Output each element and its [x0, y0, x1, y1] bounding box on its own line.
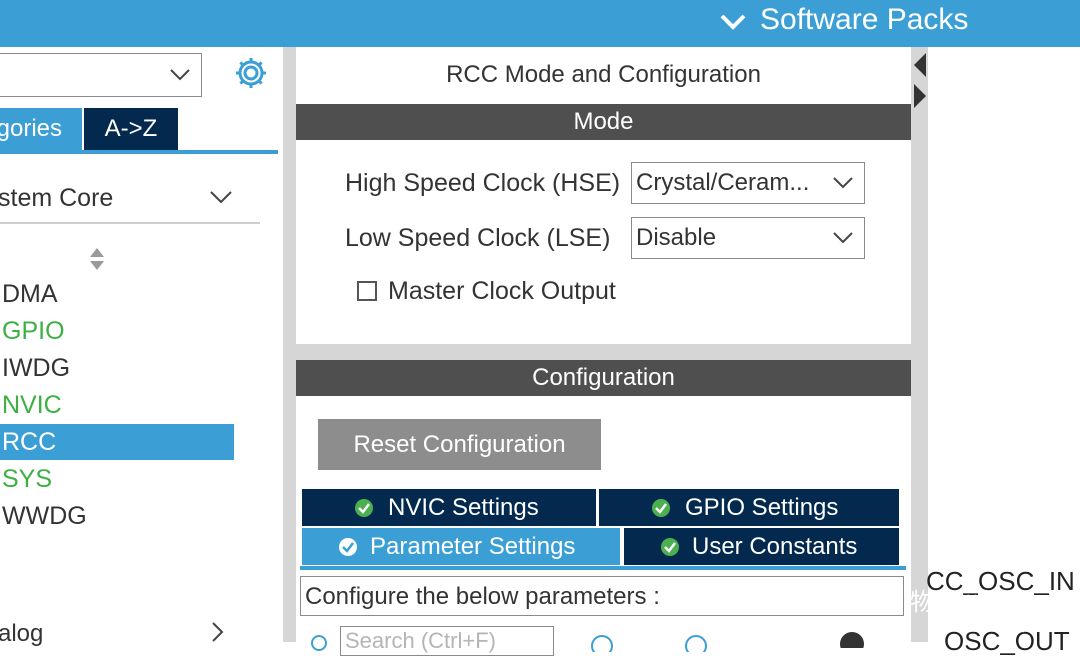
- lse-value: Disable: [636, 224, 717, 251]
- chevron-down-icon: [833, 177, 853, 189]
- reset-configuration-button[interactable]: Reset Configuration: [318, 419, 601, 470]
- chevron-down-icon: [210, 191, 232, 204]
- watermark: 物联网知识 ST中文论坛: [860, 574, 1080, 640]
- watermark-subtext: ST中文论坛: [1002, 620, 1066, 634]
- group-label: stem Core: [0, 184, 114, 212]
- chevron-right-icon: [212, 622, 224, 642]
- lse-label: Low Speed Clock (LSE): [345, 224, 611, 252]
- tab-underline: [300, 566, 906, 570]
- sidebar-item-dma[interactable]: DMA: [0, 276, 234, 312]
- tab-user-constants[interactable]: User Constants: [624, 528, 899, 565]
- hse-label: High Speed Clock (HSE): [345, 169, 621, 197]
- check-circle-icon: [355, 499, 373, 517]
- tab-gpio-settings[interactable]: GPIO Settings: [599, 489, 899, 526]
- expand-right-icon[interactable]: [914, 84, 926, 108]
- wechat-icon: [869, 583, 903, 609]
- tab-label: NVIC Settings: [388, 494, 539, 521]
- group-system-core[interactable]: stem Core: [0, 178, 260, 224]
- tab-parameter-settings[interactable]: Parameter Settings: [302, 528, 620, 565]
- chevron-down-icon: [170, 69, 190, 81]
- sidebar-item-wwdg[interactable]: WWDG: [0, 498, 234, 534]
- tab-label: User Constants: [692, 533, 858, 560]
- check-circle-icon: [339, 538, 357, 556]
- mco-label: Master Clock Output: [388, 277, 616, 305]
- tab-categories[interactable]: gories: [0, 108, 82, 150]
- collapse-icon[interactable]: [684, 634, 708, 652]
- chevron-down-icon[interactable]: [718, 8, 748, 36]
- watermark-text: 物联网知识: [910, 589, 1030, 616]
- hse-select[interactable]: Crystal/Ceram...: [631, 162, 865, 204]
- mco-checkbox[interactable]: [357, 281, 377, 301]
- configuration-header: Configuration: [296, 360, 911, 396]
- lse-select[interactable]: Disable: [631, 217, 865, 259]
- check-circle-icon: [661, 538, 679, 556]
- search-dropdown[interactable]: [0, 53, 202, 97]
- section-gap: [296, 344, 911, 360]
- mode-header: Mode: [296, 104, 911, 140]
- tab-nvic-settings[interactable]: NVIC Settings: [302, 489, 596, 526]
- sort-icon[interactable]: [86, 246, 108, 272]
- expand-icon[interactable]: [590, 634, 614, 652]
- group-label: alog: [0, 620, 44, 647]
- group-analog[interactable]: alog: [0, 618, 270, 648]
- parameter-search-row: Search (Ctrl+F): [300, 624, 904, 656]
- sidebar-item-iwdg[interactable]: IWDG: [0, 350, 234, 386]
- collapse-left-icon[interactable]: [914, 53, 926, 77]
- panel-divider[interactable]: [911, 47, 928, 642]
- tab-underline: [0, 150, 278, 154]
- hse-value: Crystal/Ceram...: [636, 169, 810, 196]
- tab-a-z[interactable]: A->Z: [84, 108, 178, 150]
- sidebar-item-sys[interactable]: SYS: [0, 461, 234, 497]
- check-circle-icon: [652, 499, 670, 517]
- parameter-search-input[interactable]: Search (Ctrl+F): [340, 626, 554, 656]
- sidebar-item-nvic[interactable]: NVIC: [0, 387, 234, 423]
- radio-icon[interactable]: [310, 634, 328, 652]
- panel-title: RCC Mode and Configuration: [446, 61, 761, 88]
- gear-icon[interactable]: [233, 55, 269, 91]
- chevron-down-icon: [833, 232, 853, 244]
- parameter-prompt: Configure the below parameters :: [300, 576, 904, 616]
- tab-label: Parameter Settings: [370, 533, 576, 560]
- sidebar-item-gpio[interactable]: GPIO: [0, 313, 234, 349]
- sidebar-item-rcc[interactable]: RCC: [0, 424, 234, 460]
- tab-label: GPIO Settings: [685, 494, 839, 521]
- software-packs-menu[interactable]: Software Packs: [760, 2, 968, 38]
- panel-divider[interactable]: [283, 47, 296, 642]
